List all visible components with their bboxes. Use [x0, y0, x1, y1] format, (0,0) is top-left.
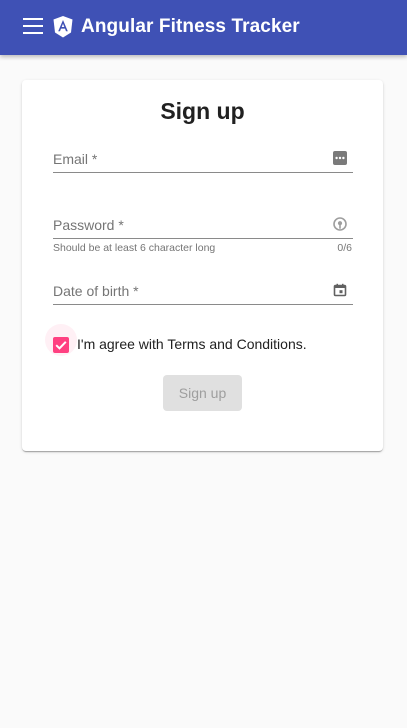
app-title: Angular Fitness Tracker [81, 16, 300, 37]
signup-card: Sign up Email * Password * Should be at … [22, 80, 383, 451]
password-counter: 0/6 [337, 242, 352, 254]
password-hint: Should be at least 6 character long [53, 242, 216, 254]
angular-logo [53, 16, 73, 38]
check-icon [55, 341, 67, 350]
terms-checkbox[interactable] [53, 337, 69, 353]
calendar-icon[interactable] [333, 283, 347, 297]
app-toolbar: Angular Fitness Tracker [0, 0, 407, 55]
terms-label[interactable]: I'm agree with Terms and Conditions. [77, 336, 307, 352]
password-label: Password * [53, 217, 124, 233]
signup-title: Sign up [160, 98, 245, 124]
password-field[interactable]: Password * [53, 212, 353, 239]
email-field[interactable]: Email * [53, 146, 353, 173]
dob-label: Date of birth * [53, 283, 139, 299]
menu-icon[interactable] [23, 18, 43, 34]
email-label: Email * [53, 151, 98, 167]
signup-button[interactable]: Sign up [163, 375, 242, 411]
dob-field[interactable]: Date of birth * [53, 278, 353, 305]
more-horiz-box-icon[interactable] [333, 151, 347, 165]
password-visibility-icon[interactable] [333, 217, 347, 231]
